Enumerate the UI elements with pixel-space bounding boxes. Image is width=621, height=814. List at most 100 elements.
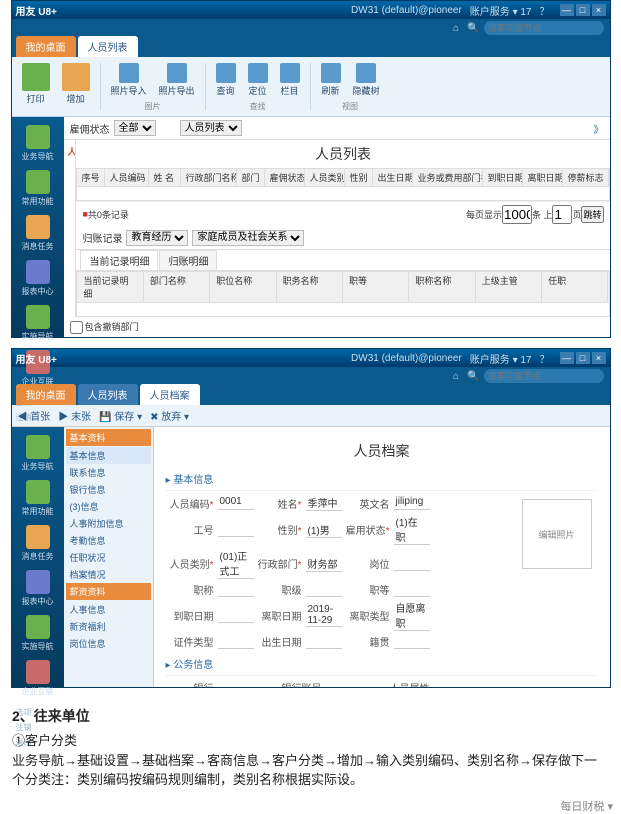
tab-archive[interactable]: 人员档案 (140, 384, 200, 405)
navhead-basic[interactable]: 基本资料 (66, 429, 151, 446)
val-hire[interactable] (218, 609, 254, 623)
include-cancel[interactable]: 包含撤销部门 (64, 317, 610, 337)
grid-body[interactable] (76, 187, 609, 201)
photo-box[interactable]: 编辑照片 (522, 499, 592, 569)
val-cat[interactable]: (01)正式工 (218, 548, 254, 579)
col-emp[interactable]: 雇佣状态 (265, 169, 305, 186)
val-dept[interactable]: 财务部 (306, 556, 342, 572)
query-button[interactable]: 查询 (212, 61, 240, 99)
home-icon[interactable]: ⌂ (453, 23, 459, 34)
tab-desktop[interactable]: 我的桌面 (16, 36, 76, 57)
val-pos[interactable] (394, 557, 430, 571)
search-icon[interactable]: 🔍 (467, 371, 479, 382)
col-code[interactable]: 人员编码 (105, 169, 149, 186)
tree-node[interactable]: (1)销售部 (68, 174, 77, 189)
col-birth[interactable]: 出生日期 (373, 169, 413, 186)
tree-node[interactable]: (3)财务部 (68, 204, 77, 219)
col-seq[interactable]: 序号 (77, 169, 105, 186)
tree-node[interactable]: (0)所有部 (68, 159, 77, 174)
nav-hrext[interactable]: 人事附加信息 (66, 515, 151, 532)
photo-export-button[interactable]: 照片导出 (155, 61, 199, 99)
tab-current[interactable]: 当前记录明细 (80, 250, 158, 270)
val-nat[interactable] (394, 635, 430, 649)
val-pprop[interactable] (434, 681, 490, 688)
print-button[interactable]: 打印 (18, 61, 54, 112)
val-class[interactable] (306, 583, 342, 597)
val-rank[interactable] (394, 583, 430, 597)
col-stop[interactable]: 停薪标志 (563, 169, 608, 186)
help-icon[interactable]: ？ (540, 3, 550, 18)
max-button[interactable]: □ (576, 4, 590, 16)
detail-body[interactable] (76, 303, 609, 317)
val-acct[interactable] (326, 681, 382, 688)
include-cancel-checkbox[interactable] (70, 321, 83, 334)
search-input[interactable] (484, 369, 604, 383)
jump-button[interactable]: 跳转 (581, 206, 603, 223)
nav-basic[interactable]: 基本信息 (66, 447, 151, 464)
col-bizdept[interactable]: 业务或费用部门名称 (413, 169, 483, 186)
nav-attend[interactable]: 考勤信息 (66, 532, 151, 549)
nav-file[interactable]: 档案情况 (66, 566, 151, 583)
sidebar-impl[interactable]: 实施导航 (12, 301, 64, 346)
val-id[interactable] (218, 635, 254, 649)
tree-node[interactable]: (4)采购部 (68, 219, 77, 234)
val-job[interactable] (218, 523, 254, 537)
nav-post[interactable]: 任职状况 (66, 549, 151, 566)
nav-hr[interactable]: 人事信息 (66, 601, 151, 618)
user-menu[interactable]: 账户服务 ▾ 17 (470, 351, 532, 366)
hidetree-button[interactable]: 隐藏树 (349, 61, 384, 99)
last-button[interactable]: ▶ 末张 (58, 408, 91, 423)
val-red[interactable]: 自愿离职 (394, 600, 430, 631)
detail-sel1[interactable]: 教育经历 (126, 230, 188, 246)
search-input[interactable] (484, 21, 604, 35)
columns-button[interactable]: 栏目 (276, 61, 304, 99)
min-button[interactable]: — (560, 4, 574, 16)
col-dept2[interactable]: 部门 (237, 169, 265, 186)
tab-list[interactable]: 人员列表 (78, 384, 138, 405)
page-size[interactable] (502, 205, 532, 224)
nav-bank[interactable]: 银行信息 (66, 481, 151, 498)
tree-root[interactable]: 人员类别 (68, 144, 72, 159)
sidebar-ent[interactable]: 企业互联 (12, 656, 64, 701)
tree-node[interactable]: (2)生产部 (68, 189, 77, 204)
home-icon[interactable]: ⌂ (453, 371, 459, 382)
tab-personlist[interactable]: 人员列表 (78, 36, 138, 57)
save-button[interactable]: 💾 保存 ▾ (99, 408, 142, 423)
col-dept[interactable]: 行政部门名称 (181, 169, 237, 186)
tab-history[interactable]: 归账明细 (159, 250, 217, 270)
cancel-button[interactable]: ✖ 放弃 ▾ (150, 408, 189, 423)
val-name[interactable]: 季萍中 (306, 495, 342, 511)
val-emp[interactable]: (1)在职 (394, 514, 430, 545)
col-cat[interactable]: 人员类别 (305, 169, 345, 186)
col-leave[interactable]: 离职日期 (523, 169, 563, 186)
tab-desktop[interactable]: 我的桌面 (16, 384, 76, 405)
val-title[interactable] (218, 583, 254, 597)
val-birth[interactable] (306, 635, 342, 649)
sidebar-msg[interactable]: 消息任务 (12, 521, 64, 566)
sidebar-msg[interactable]: 消息任务 (12, 211, 64, 256)
page-num[interactable] (552, 205, 572, 224)
max-button[interactable]: □ (576, 352, 590, 364)
val-leave[interactable]: 2019-11-29 (306, 604, 342, 627)
photo-import-button[interactable]: 照片导入 (107, 61, 151, 99)
col-hire[interactable]: 到职日期 (483, 169, 523, 186)
sidebar-report[interactable]: 报表中心 (12, 256, 64, 301)
nav-3[interactable]: (3)信息 (66, 498, 151, 515)
help-icon[interactable]: ？ (540, 351, 550, 366)
nav-welfare[interactable]: 新资福利 (66, 618, 151, 635)
filter-status[interactable]: 全部 (114, 120, 156, 136)
first-button[interactable]: ◀ 首张 (18, 408, 51, 423)
navhead-salary[interactable]: 薪资资料 (66, 583, 151, 600)
sidebar-common[interactable]: 常用功能 (12, 476, 64, 521)
user-menu[interactable]: 账户服务 ▾ 17 (470, 3, 532, 18)
close-button[interactable]: × (592, 352, 606, 364)
val-code[interactable]: 0001 (218, 496, 254, 510)
add-button[interactable]: 增加 (58, 61, 94, 112)
col-name[interactable]: 姓 名 (149, 169, 181, 186)
min-button[interactable]: — (560, 352, 574, 364)
val-bank[interactable] (218, 681, 274, 688)
filter-list[interactable]: 人员列表 (180, 120, 242, 136)
filter-go[interactable]: 》 (594, 121, 604, 136)
nav-position[interactable]: 岗位信息 (66, 635, 151, 652)
val-sex[interactable]: (1)男 (306, 522, 342, 538)
